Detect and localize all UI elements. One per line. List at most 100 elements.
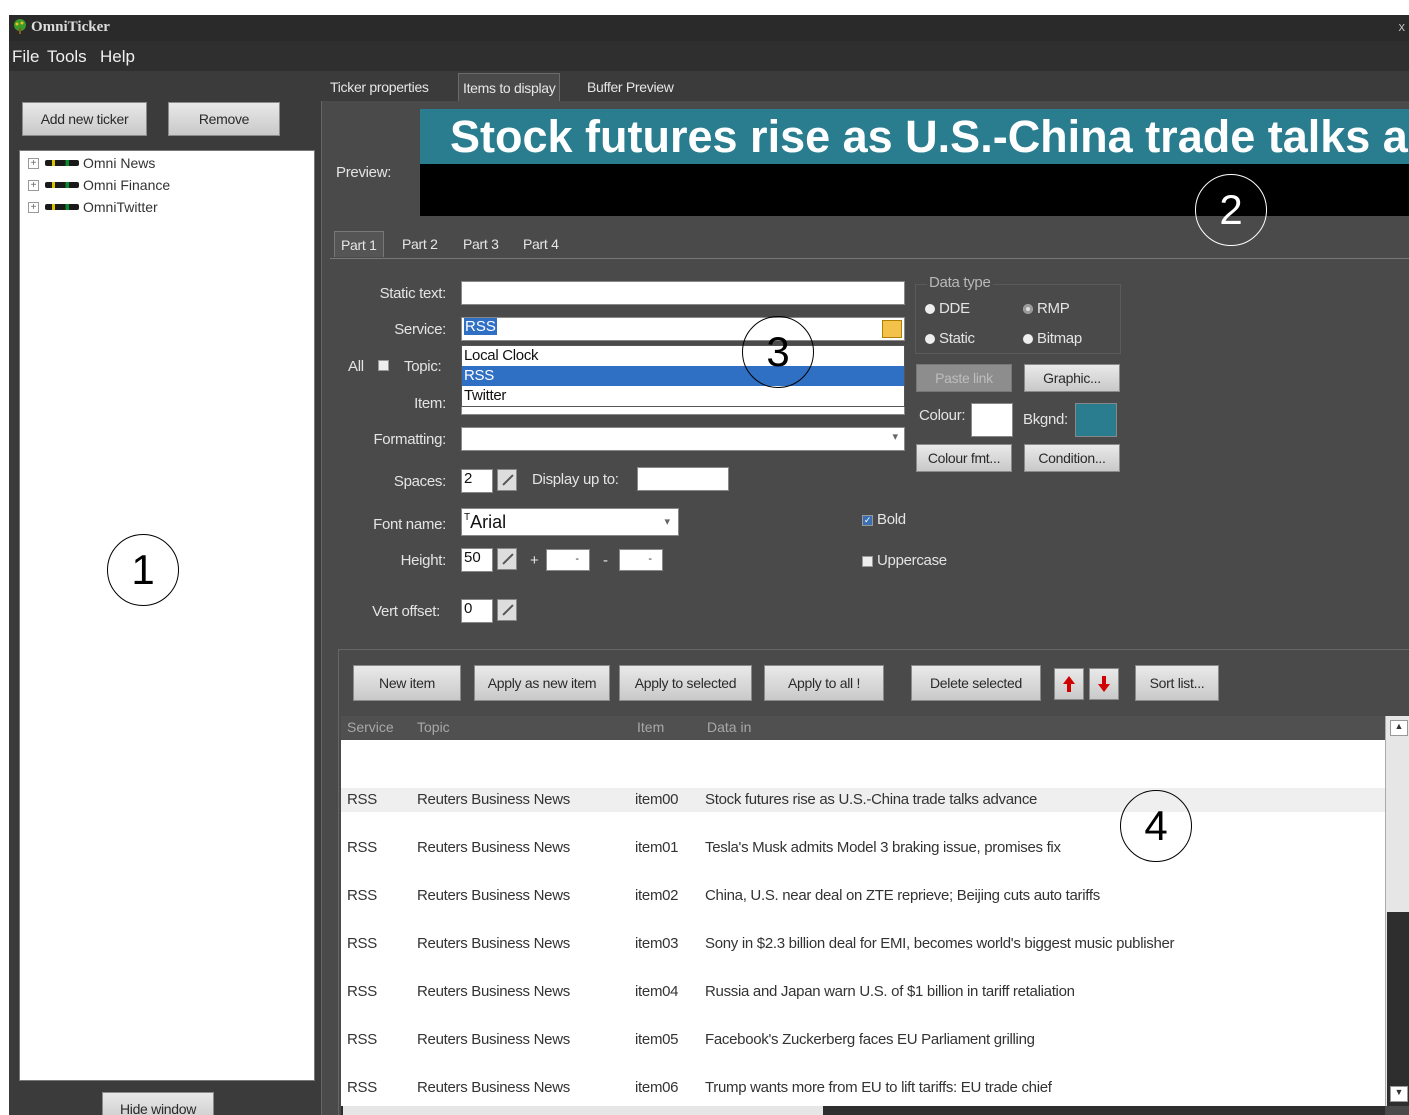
table-row[interactable]: RSS Reuters Business News item02 China, … bbox=[341, 884, 1385, 908]
service-label: Service: bbox=[394, 321, 446, 338]
service-option[interactable]: Twitter bbox=[462, 386, 904, 406]
expand-icon[interactable]: + bbox=[28, 201, 39, 213]
spaces-stepper[interactable] bbox=[497, 469, 517, 491]
tree-item-label: OmniTwitter bbox=[83, 199, 158, 215]
checkbox-icon bbox=[862, 555, 873, 567]
item-list-panel: New item Apply as new item Apply to sele… bbox=[338, 649, 1409, 1115]
expand-icon[interactable]: + bbox=[28, 179, 39, 191]
tree-item-omni-finance[interactable]: + Omni Finance bbox=[28, 176, 170, 194]
font-name-label: Font name: bbox=[373, 516, 446, 533]
tab-ticker-properties[interactable]: Ticker properties bbox=[326, 73, 433, 101]
tab-part-1[interactable]: Part 1 bbox=[334, 231, 384, 257]
display-up-to-input[interactable] bbox=[637, 467, 729, 491]
add-ticker-button[interactable]: Add new ticker bbox=[22, 102, 147, 136]
remove-button[interactable]: Remove bbox=[168, 102, 280, 136]
cell-topic: Reuters Business News bbox=[417, 887, 570, 904]
delete-selected-button[interactable]: Delete selected bbox=[911, 665, 1041, 701]
colour-fmt-button[interactable]: Colour fmt... bbox=[916, 444, 1012, 472]
menu-tools[interactable]: Tools bbox=[47, 47, 87, 67]
column-service[interactable]: Service bbox=[347, 719, 394, 735]
paste-link-button[interactable]: Paste link bbox=[916, 364, 1012, 392]
ticker-icon bbox=[45, 160, 79, 166]
height-stepper[interactable] bbox=[497, 548, 517, 570]
close-icon[interactable]: x bbox=[1399, 19, 1406, 34]
condition-button[interactable]: Condition... bbox=[1024, 444, 1120, 472]
preview-label: Preview: bbox=[336, 164, 392, 181]
scroll-thumb[interactable] bbox=[343, 1106, 823, 1115]
service-select[interactable]: RSS bbox=[461, 317, 905, 341]
tree-item-label: Omni News bbox=[83, 155, 156, 171]
tree-item-omni-news[interactable]: + Omni News bbox=[28, 154, 155, 172]
apply-to-all-button[interactable]: Apply to all ! bbox=[764, 665, 884, 701]
cell-data: Trump wants more from EU to lift tariffs… bbox=[705, 1079, 1052, 1096]
radio-icon bbox=[925, 304, 935, 315]
marker-2: 2 bbox=[1195, 174, 1267, 246]
colour-label: Colour: bbox=[919, 407, 966, 424]
table-row[interactable]: RSS Reuters Business News item03 Sony in… bbox=[341, 932, 1385, 956]
service-dropdown[interactable]: Local Clock RSS Twitter bbox=[461, 345, 905, 407]
radio-label: RMP bbox=[1037, 300, 1070, 317]
graphic-button[interactable]: Graphic... bbox=[1024, 364, 1120, 392]
tab-items-to-display[interactable]: Items to display bbox=[458, 73, 561, 101]
table-row[interactable]: RSS Reuters Business News item06 Trump w… bbox=[341, 1076, 1385, 1100]
column-data-in[interactable]: Data in bbox=[707, 719, 751, 735]
cell-topic: Reuters Business News bbox=[417, 1031, 570, 1048]
font-name-select[interactable]: TArial ▾ bbox=[461, 508, 679, 536]
all-checkbox[interactable] bbox=[378, 360, 389, 371]
radio-bitmap[interactable]: Bitmap bbox=[1023, 330, 1082, 347]
radio-rmp[interactable]: RMP bbox=[1023, 300, 1070, 317]
expand-icon[interactable]: + bbox=[28, 157, 39, 169]
vert-offset-stepper[interactable] bbox=[497, 599, 517, 621]
apply-as-new-item-button[interactable]: Apply as new item bbox=[474, 665, 610, 701]
horizontal-scrollbar[interactable] bbox=[341, 1106, 1385, 1115]
formatting-select[interactable]: ▾ bbox=[461, 427, 905, 451]
move-down-button[interactable] bbox=[1089, 668, 1119, 700]
tab-part-3[interactable]: Part 3 bbox=[463, 231, 499, 257]
vert-offset-input[interactable]: 0 bbox=[461, 599, 493, 623]
bold-checkbox[interactable]: ✓ Bold bbox=[862, 511, 906, 528]
topic-label: Topic: bbox=[404, 358, 442, 375]
hide-window-button[interactable]: Hide window bbox=[102, 1092, 214, 1115]
table-row[interactable]: RSS Reuters Business News item04 Russia … bbox=[341, 980, 1385, 1004]
apply-to-selected-button[interactable]: Apply to selected bbox=[619, 665, 752, 701]
radio-dde[interactable]: DDE bbox=[925, 300, 970, 317]
uppercase-checkbox[interactable]: Uppercase bbox=[862, 552, 947, 569]
vertical-scrollbar[interactable]: ▲ ▼ bbox=[1385, 716, 1409, 1106]
menu-file[interactable]: File bbox=[12, 47, 39, 67]
radio-static[interactable]: Static bbox=[925, 330, 975, 347]
table-row[interactable]: RSS Reuters Business News item05 Faceboo… bbox=[341, 1028, 1385, 1052]
table-row[interactable]: RSS Reuters Business News item00 Stock f… bbox=[341, 788, 1385, 812]
colour-swatch[interactable] bbox=[971, 403, 1013, 437]
cell-item: item03 bbox=[635, 935, 679, 952]
height-input[interactable]: 50 bbox=[461, 548, 493, 572]
tab-buffer-preview[interactable]: Buffer Preview bbox=[583, 73, 678, 101]
sort-list-button[interactable]: Sort list... bbox=[1135, 665, 1219, 701]
radio-icon bbox=[925, 334, 935, 345]
service-option[interactable]: Local Clock bbox=[462, 346, 904, 366]
column-topic[interactable]: Topic bbox=[417, 719, 450, 735]
scroll-up-icon[interactable]: ▲ bbox=[1390, 720, 1408, 736]
chevron-down-icon[interactable] bbox=[882, 320, 902, 338]
bkgnd-swatch[interactable] bbox=[1075, 403, 1117, 437]
tab-part-4[interactable]: Part 4 bbox=[523, 231, 559, 257]
preview-text: Stock futures rise as U.S.-China trade t… bbox=[450, 111, 1409, 162]
new-item-button[interactable]: New item bbox=[353, 665, 461, 701]
scroll-down-icon[interactable]: ▼ bbox=[1390, 1086, 1408, 1102]
height-plus-select[interactable]: - bbox=[546, 549, 590, 571]
spaces-input[interactable]: 2 bbox=[461, 469, 493, 493]
height-minus-select[interactable]: - bbox=[619, 549, 663, 571]
move-up-button[interactable] bbox=[1054, 668, 1084, 700]
table-row[interactable]: RSS Reuters Business News item01 Tesla's… bbox=[341, 836, 1385, 860]
tree-item-omnitwitter[interactable]: + OmniTwitter bbox=[28, 198, 158, 216]
static-text-input[interactable] bbox=[461, 281, 905, 305]
cell-data: Russia and Japan warn U.S. of $1 billion… bbox=[705, 983, 1075, 1000]
chevron-down-icon: ▾ bbox=[664, 516, 670, 528]
list-header: Service Topic Item Data in bbox=[341, 716, 1385, 740]
tab-part-2[interactable]: Part 2 bbox=[402, 231, 438, 257]
cell-topic: Reuters Business News bbox=[417, 983, 570, 1000]
service-option[interactable]: RSS bbox=[462, 366, 904, 386]
column-item[interactable]: Item bbox=[637, 719, 664, 735]
menu-help[interactable]: Help bbox=[100, 47, 135, 67]
items-panel: Preview: Stock futures rise as U.S.-Chin… bbox=[321, 101, 1409, 1115]
cell-topic: Reuters Business News bbox=[417, 839, 570, 856]
